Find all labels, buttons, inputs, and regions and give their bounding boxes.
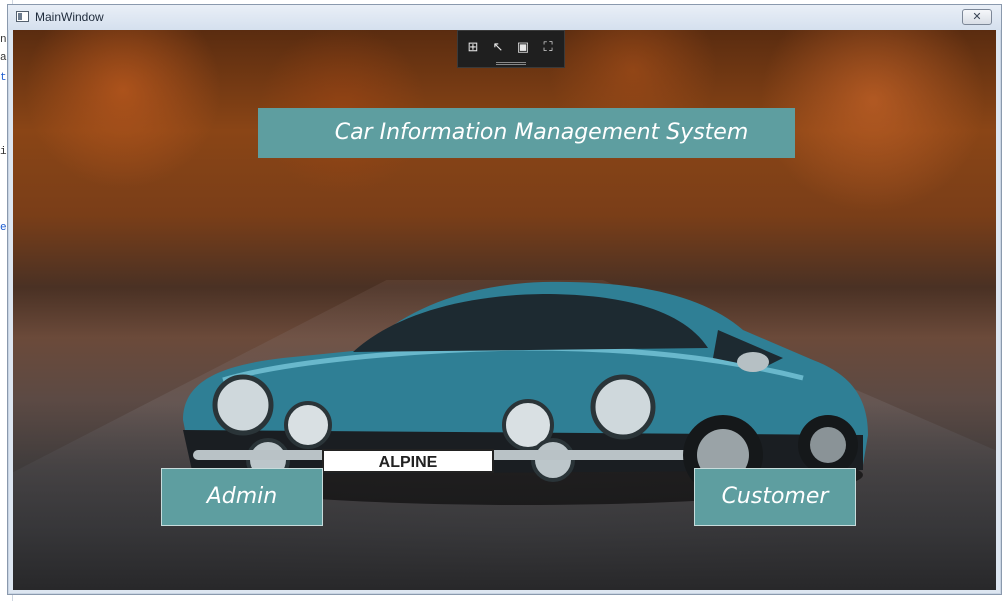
title-bar[interactable]: MainWindow ✕ xyxy=(8,5,1001,30)
track-focused-element-icon[interactable]: ⛶ xyxy=(539,39,557,55)
select-element-icon[interactable]: ↖ xyxy=(489,39,507,55)
customer-button[interactable]: Customer xyxy=(694,468,856,526)
client-area: ALPINE ⊞ ↖ ▣ ⛶ Car Information Managemen… xyxy=(13,30,996,590)
main-window: MainWindow ✕ ALPINE ⊞ ↖ ▣ ⛶ Car Informat… xyxy=(7,4,1002,595)
display-layout-adorners-icon[interactable]: ▣ xyxy=(514,39,532,55)
admin-button[interactable]: Admin xyxy=(161,468,323,526)
window-icon xyxy=(16,11,29,22)
live-visual-tree-icon[interactable]: ⊞ xyxy=(464,39,482,55)
autumn-foliage-background xyxy=(13,30,996,290)
toolbar-grip[interactable] xyxy=(496,62,526,65)
xaml-debug-toolbar: ⊞ ↖ ▣ ⛶ xyxy=(457,30,565,68)
app-title-banner: Car Information Management System xyxy=(258,108,795,158)
close-button[interactable]: ✕ xyxy=(962,9,992,25)
window-title: MainWindow xyxy=(35,10,104,24)
license-plate-text: ALPINE xyxy=(379,454,438,471)
